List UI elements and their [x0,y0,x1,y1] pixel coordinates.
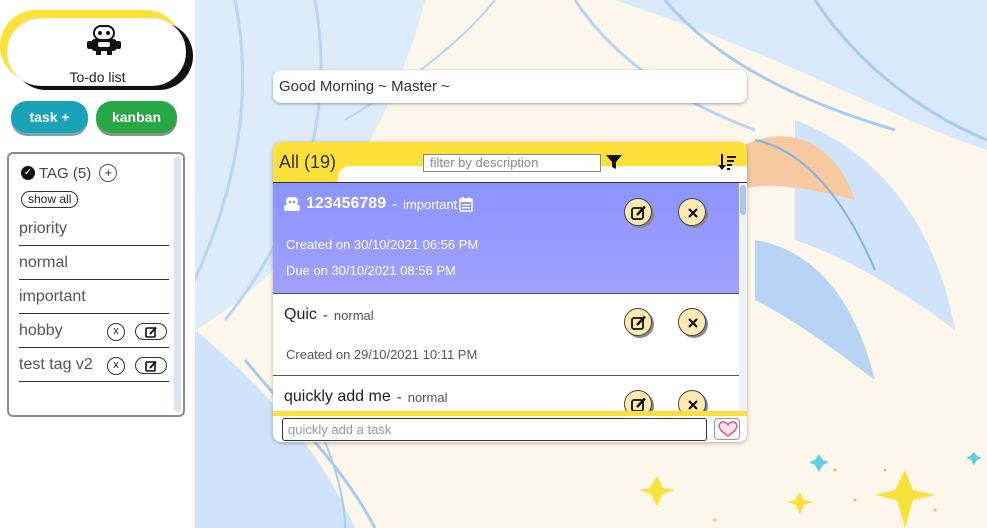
close-icon [688,208,698,218]
task-created-date: Created on 30/10/2021 06:56 PM [286,237,479,252]
calendar-icon[interactable] [459,196,474,212]
task-tag: normal [407,389,448,405]
tag-item-hobby[interactable]: hobby x [19,314,169,348]
heart-icon [718,421,738,437]
sidebar: To-do list task + kanban ✓ TAG (5) + sho… [0,0,195,528]
edit-task-button[interactable] [624,390,652,411]
check-circle-icon[interactable]: ✓ [21,166,35,180]
scrollbar-thumb[interactable] [740,185,746,215]
task-list-scrollbar[interactable] [739,183,747,411]
task-separator: - [396,388,402,406]
task-separator: - [392,195,398,213]
edit-icon [631,397,646,411]
close-icon [688,400,698,410]
delete-task-button[interactable] [678,198,706,226]
quick-add-input[interactable]: quickly add a task [282,418,707,441]
robot-icon [87,25,121,55]
edit-icon [631,205,646,220]
task-tag: important [403,196,458,212]
add-tag-button[interactable]: + [99,164,118,182]
task-count-title: All (19) [279,152,337,172]
edit-icon [145,326,157,338]
tag-label: important [19,288,86,305]
edit-icon [631,315,646,330]
tag-label: hobby [19,322,63,339]
task-separator: - [322,306,328,324]
delete-task-button[interactable] [678,390,706,411]
show-all-button[interactable]: show all [21,191,79,208]
edit-icon [145,360,157,372]
tag-item-priority[interactable]: priority [19,212,169,246]
remove-tag-button[interactable]: x [107,357,125,375]
task-created-date: Created on 29/10/2021 10:11 PM [286,347,478,362]
tag-label: normal [19,254,68,271]
filter-icon[interactable] [606,154,622,170]
tag-header: ✓ TAG (5) + [21,164,118,182]
task-title: 123456789 [306,195,387,212]
sort-icon[interactable] [718,153,736,171]
robot-icon [284,197,300,211]
tag-item-test-tag-v2[interactable]: test tag v2 x [19,348,169,382]
quick-add-submit-button[interactable] [714,418,740,440]
edit-task-button[interactable] [624,308,652,336]
tag-label: test tag v2 [19,356,93,373]
tag-header-label: TAG (5) [39,164,92,182]
task-list: 123456789 - important Created on 30/10/2… [273,183,739,411]
tag-label: priority [19,220,68,237]
task-title: quickly add me [284,388,391,405]
close-icon [688,318,698,328]
task-title: Quic [284,306,317,323]
app-title: To-do list [69,69,126,85]
edit-tag-button[interactable] [135,357,167,374]
edit-task-button[interactable] [624,198,652,226]
task-item[interactable]: quickly add me - normal [273,376,739,411]
edit-tag-button[interactable] [135,323,167,340]
tag-panel: ✓ TAG (5) + show all priority normal imp… [7,152,185,417]
app-logo-card[interactable]: To-do list [7,18,186,86]
task-item[interactable]: 123456789 - important Created on 30/10/2… [273,183,739,294]
task-item[interactable]: Quic - normal Created on 29/10/2021 10:1… [273,294,739,376]
task-panel: All (19) filter by description 123456789… [273,142,747,442]
tag-panel-scrollbar[interactable] [174,157,181,412]
filter-input[interactable]: filter by description [423,154,601,172]
remove-tag-button[interactable]: x [107,323,125,341]
tag-item-important[interactable]: important [19,280,169,314]
greeting-banner: Good Morning ~ Master ~ [273,70,747,103]
task-due-date: Due on 30/10/2021 08:56 PM [286,263,456,278]
add-task-button[interactable]: task + [11,101,88,133]
task-tag: normal [333,307,374,323]
tag-item-normal[interactable]: normal [19,246,169,280]
tag-list: priority normal important hobby x test t… [19,212,169,382]
delete-task-button[interactable] [678,308,706,336]
kanban-button[interactable]: kanban [96,101,177,133]
